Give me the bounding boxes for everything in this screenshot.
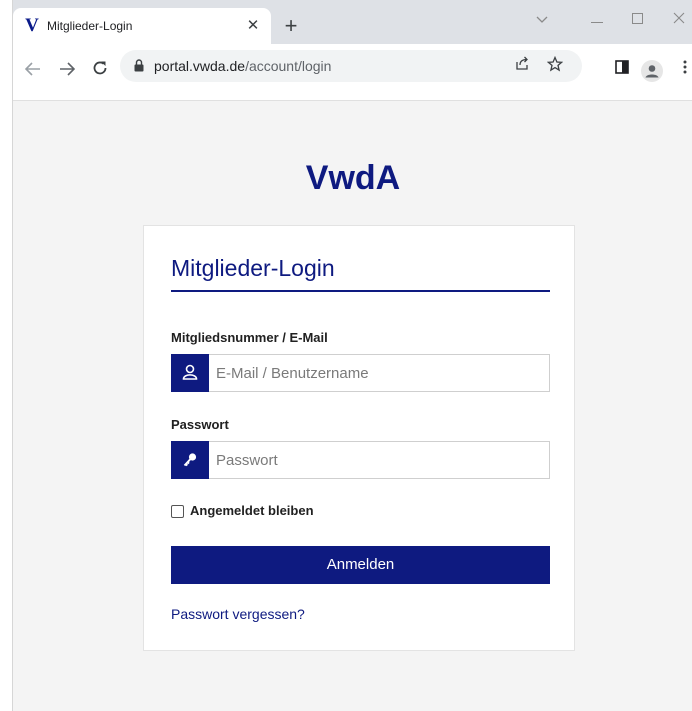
username-field[interactable] bbox=[171, 354, 550, 392]
password-label: Passwort bbox=[171, 417, 229, 432]
username-label: Mitgliedsnummer / E-Mail bbox=[171, 330, 328, 345]
remember-me-label[interactable]: Angemeldet bleiben bbox=[190, 503, 314, 518]
vwda-favicon-icon: V bbox=[25, 15, 39, 36]
remember-me-checkbox[interactable] bbox=[171, 505, 184, 518]
browser-window: V Mitglieder-Login ✕ + portal.vwda.de/ac… bbox=[12, 0, 692, 711]
title-divider bbox=[171, 290, 550, 292]
user-icon bbox=[171, 354, 209, 392]
profile-avatar-icon[interactable] bbox=[641, 60, 663, 82]
brand-logo: VwdA bbox=[305, 159, 401, 197]
tab-title: Mitglieder-Login bbox=[47, 19, 133, 33]
share-icon[interactable] bbox=[512, 56, 532, 76]
kebab-menu-icon[interactable] bbox=[673, 58, 692, 82]
browser-tab[interactable]: V Mitglieder-Login ✕ bbox=[13, 8, 271, 44]
bookmark-star-icon[interactable] bbox=[545, 55, 565, 76]
close-window-icon[interactable] bbox=[665, 6, 692, 34]
reload-icon[interactable] bbox=[88, 58, 112, 82]
side-panel-icon[interactable] bbox=[610, 58, 634, 82]
key-icon bbox=[171, 441, 209, 479]
forgot-password-link[interactable]: Passwort vergessen? bbox=[171, 606, 305, 622]
browser-toolbar: portal.vwda.de/account/login bbox=[13, 44, 692, 101]
url-text[interactable]: portal.vwda.de/account/login bbox=[154, 58, 331, 74]
tab-close-icon[interactable]: ✕ bbox=[243, 16, 263, 36]
username-input[interactable] bbox=[216, 355, 536, 391]
back-icon[interactable] bbox=[21, 58, 45, 82]
login-button[interactable]: Anmelden bbox=[171, 546, 550, 584]
minimize-icon[interactable] bbox=[583, 6, 611, 34]
login-title: Mitglieder-Login bbox=[171, 255, 335, 281]
maximize-icon[interactable] bbox=[623, 6, 651, 34]
password-field[interactable] bbox=[171, 441, 550, 479]
forward-icon[interactable] bbox=[55, 58, 79, 82]
password-input[interactable] bbox=[216, 442, 536, 478]
address-bar[interactable]: portal.vwda.de/account/login bbox=[120, 50, 582, 82]
lock-icon[interactable] bbox=[134, 59, 144, 77]
tab-search-chevron-icon[interactable] bbox=[528, 6, 556, 34]
login-card: Mitglieder-Login Mitgliedsnummer / E-Mai… bbox=[143, 225, 575, 651]
new-tab-icon[interactable]: + bbox=[279, 15, 303, 39]
tab-strip: V Mitglieder-Login ✕ + bbox=[13, 0, 692, 44]
